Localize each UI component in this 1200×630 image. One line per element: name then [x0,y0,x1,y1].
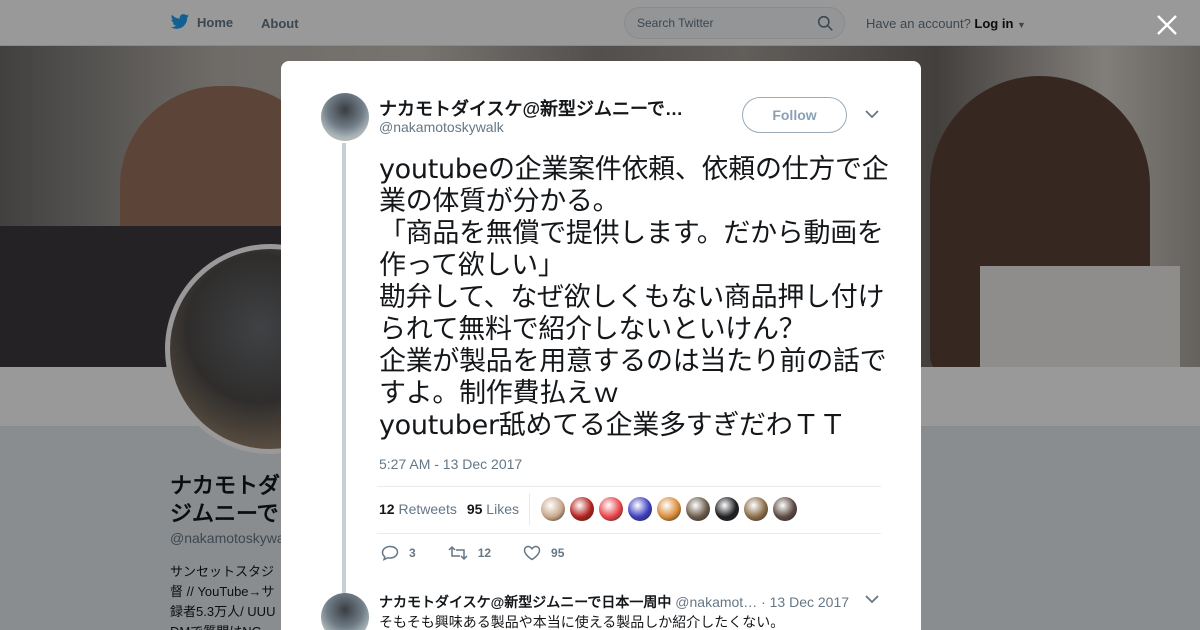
chevron-down-icon[interactable] [865,594,879,604]
like-button[interactable]: 95 [523,545,564,561]
tweet-modal: ナカモトダイスケ@新型ジムニーで日本一周中 @nakamotoskywalk F… [281,61,921,630]
reply-icon [381,545,399,561]
reply-author-avatar[interactable] [321,593,369,630]
liker-avatar[interactable] [570,497,594,521]
liker-avatar[interactable] [657,497,681,521]
reply-author-name[interactable]: ナカモトダイスケ@新型ジムニーで日本一周中 [379,594,671,610]
reply-header: ナカモトダイスケ@新型ジムニーで日本一周中 @nakamot… · 13 Dec… [379,592,849,612]
liker-avatar[interactable] [541,497,565,521]
liker-avatar[interactable] [628,497,652,521]
likers-avatar-list [541,497,797,521]
close-icon[interactable] [1154,12,1180,38]
reply-author-handle[interactable]: @nakamot… [675,594,757,610]
chevron-down-icon[interactable] [865,109,879,119]
author-name[interactable]: ナカモトダイスケ@新型ジムニーで日本一周中 [379,95,689,121]
retweet-count: 12 [477,546,492,560]
retweets-label: Retweets [398,501,457,517]
stats-separator [529,493,530,525]
tweet-actions: 3 12 95 [381,545,596,561]
retweet-button[interactable]: 12 [448,545,491,561]
tweet-timestamp[interactable]: 5:27 AM - 13 Dec 2017 [379,456,522,472]
divider [377,533,881,534]
retweets-stat[interactable]: 12 Retweets [379,501,457,517]
liker-avatar[interactable] [715,497,739,521]
liker-avatar[interactable] [686,497,710,521]
liker-avatar[interactable] [599,497,623,521]
likes-count: 95 [466,501,483,517]
liker-avatar[interactable] [773,497,797,521]
heart-icon [523,545,541,561]
liker-avatar[interactable] [744,497,768,521]
retweet-icon [448,545,468,561]
thread-connector-line [342,143,346,613]
author-handle[interactable]: @nakamotoskywalk [379,119,504,135]
divider [377,486,881,487]
retweets-count: 12 [379,501,395,517]
reply-date[interactable]: · 13 Dec 2017 [761,594,849,610]
like-count: 95 [551,546,565,560]
follow-button[interactable]: Follow [742,97,847,133]
tweet-stats: 12 Retweets 95 Likes [379,501,519,517]
likes-stat[interactable]: 95 Likes [467,501,519,517]
tweet-text: youtubeの企業案件依頼、依頼の仕方で企業の体質が分かる。 「商品を無償で提… [379,154,889,441]
author-avatar[interactable] [321,93,369,141]
likes-label: Likes [486,501,519,517]
reply-button[interactable]: 3 [381,545,416,561]
reply-text: そもそも興味ある製品や本当に使える製品しか紹介したくない。 [379,614,785,630]
reply-count: 3 [409,546,416,560]
